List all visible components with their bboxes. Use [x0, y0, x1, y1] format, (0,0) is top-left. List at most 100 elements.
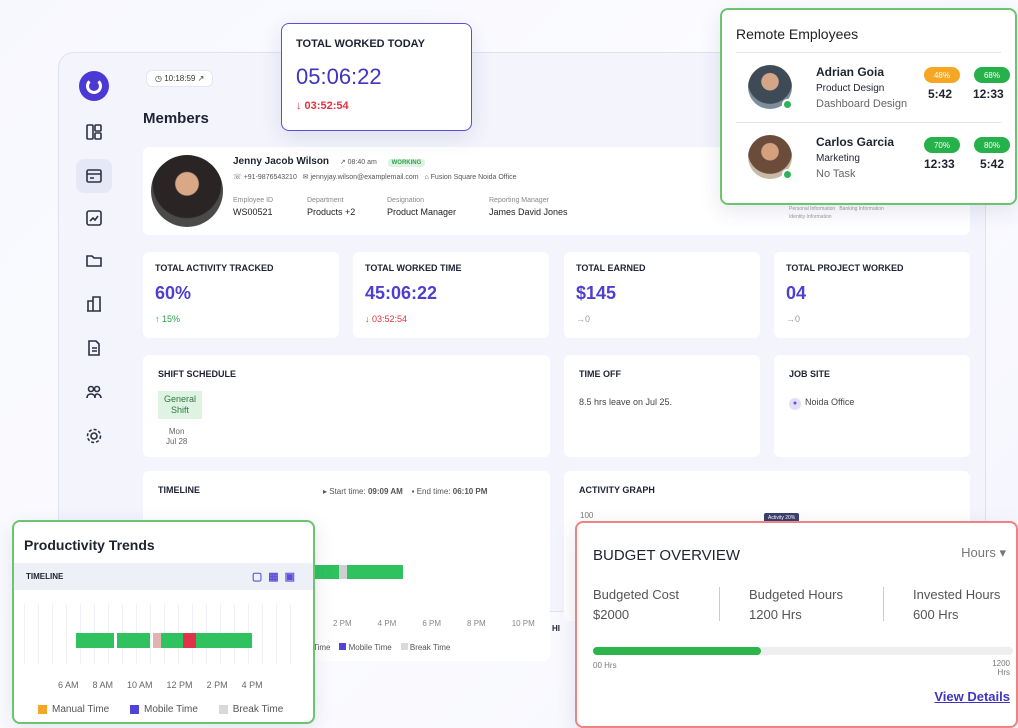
time-value: 12:33	[973, 87, 1004, 101]
col-label: Invested Hours	[913, 587, 1001, 602]
time-value: 5:42	[980, 157, 1005, 171]
tick-label: 4 PM	[377, 619, 397, 628]
card-title: JOB SITE	[789, 369, 831, 379]
page-title: Members	[143, 110, 209, 127]
stat-value: $145	[576, 283, 617, 303]
progress-fill	[593, 647, 761, 655]
col-label: Budgeted Hours	[749, 587, 843, 602]
progress-start: 00 Hrs	[593, 661, 617, 670]
profile-email: jennyjay.wilson@examplemail.com	[310, 174, 419, 181]
productivity-legend: Manual Time Mobile Time Break Time	[38, 704, 301, 717]
legend-mobile: Mobile Time	[348, 643, 392, 652]
employee-role: Product Design	[816, 83, 885, 94]
worked-today-value: 05:06:22	[296, 64, 382, 89]
members-icon[interactable]	[76, 159, 112, 193]
col-value: $2000	[593, 607, 630, 622]
folder-icon[interactable]	[76, 243, 112, 277]
timeline-axis: 2 PM 4 PM 6 PM 8 PM 10 PM	[333, 619, 535, 628]
list-item[interactable]: Adrian Goia Product Design Dashboard Des…	[736, 53, 1010, 123]
budgeted-hours: Budgeted Hours 1200 Hrs	[749, 585, 843, 625]
tick-label: 8 AM	[92, 680, 114, 690]
legend-label: Manual Time	[52, 704, 110, 715]
unit-dropdown[interactable]: Hours ▾	[961, 545, 1006, 561]
productivity-trends-card: Productivity Trends TIMELINE ▢▦▣ 6 AM 8 A…	[12, 520, 315, 724]
bar-gap	[114, 633, 117, 648]
field-value: James David Jones	[489, 207, 568, 217]
activity-badge: 70%	[924, 137, 960, 153]
end-time: 06:10 PM	[452, 487, 488, 496]
card-title: ACTIVITY GRAPH	[579, 485, 655, 495]
employee-name: Carlos Garcia	[816, 135, 895, 149]
tick-label: 12 PM	[166, 680, 193, 690]
stat-title: TOTAL PROJECT WORKED	[786, 263, 904, 273]
shift-chip[interactable]: General Shift	[158, 391, 202, 419]
profile-office: Fusion Square Noida Office	[430, 174, 517, 181]
settings-icon[interactable]	[76, 419, 112, 453]
legend-mobile: Mobile Time	[130, 704, 198, 715]
reports-icon[interactable]	[76, 201, 112, 235]
start-label: Start time:	[329, 487, 366, 496]
profile-name: Jenny Jacob Wilson	[233, 156, 330, 167]
document-icon[interactable]	[76, 331, 112, 365]
designation-field: Designation Product Manager	[387, 197, 456, 217]
tab-personal[interactable]: Personal Information	[789, 206, 835, 212]
stat-value: 45:06:22	[365, 283, 438, 303]
tick-label: 10 PM	[511, 619, 535, 628]
progress-end: 1200 Hrs	[992, 659, 1010, 677]
shift-schedule-card: SHIFT SCHEDULE General Shift Mon Jul 28	[143, 355, 550, 457]
stat-title: TOTAL WORKED TIME	[365, 263, 462, 273]
worked-today-delta: ↓ 03:52:54	[296, 100, 349, 112]
team-icon[interactable]	[76, 375, 112, 409]
productivity-axis: 6 AM 8 AM 10 AM 12 PM 2 PM 4 PM	[58, 680, 263, 690]
field-label: Department	[307, 197, 344, 204]
view-details-link[interactable]: View Details	[934, 689, 1010, 704]
card-title: TOTAL WORKED TODAY	[296, 38, 425, 50]
stat-value: 04	[786, 283, 807, 303]
invested-hours: Invested Hours 600 Hrs	[913, 585, 1000, 625]
tick-label: 8 PM	[467, 619, 486, 628]
online-indicator	[782, 169, 793, 180]
field-label: Designation	[387, 197, 424, 204]
truncated-label: HI	[552, 624, 560, 633]
profile-name-row: Jenny Jacob Wilson ↗ 08:40 am WORKING	[233, 156, 426, 167]
y-axis-label: 100	[580, 511, 594, 520]
col-value: 1200 Hrs	[749, 607, 802, 622]
time-off-card: TIME OFF 8.5 hrs leave on Jul 25.	[564, 355, 760, 457]
legend-break: Break Time	[409, 643, 451, 652]
activity-badge: 80%	[974, 137, 1010, 153]
profile-time: 08:40 am	[347, 159, 377, 166]
department-field: Department Products +2	[307, 197, 355, 217]
stat-value: 60%	[155, 283, 192, 303]
field-value: Product Manager	[387, 207, 457, 217]
dashboard-icon[interactable]	[76, 115, 112, 149]
building-icon[interactable]	[76, 287, 112, 321]
legend-time: Time	[313, 643, 331, 652]
employee-id-field: Employee ID WS00521	[233, 197, 273, 217]
field-value: WS00521	[233, 207, 273, 217]
stat-earned: TOTAL EARNED $145 →0	[564, 252, 760, 338]
productivity-bar	[76, 633, 252, 648]
stat-projects: TOTAL PROJECT WORKED 04 →0	[774, 252, 970, 338]
stat-title: TOTAL ACTIVITY TRACKED	[155, 263, 274, 273]
app-logo[interactable]	[79, 71, 109, 101]
profile-contact: ☏ +91-9876543210 ✉ jennyjay.wilson@examp…	[233, 174, 517, 181]
legend-break: Break Time	[218, 704, 284, 715]
timeline-bar	[313, 565, 403, 579]
stat-worked-time: TOTAL WORKED TIME 45:06:22 ↓ 03:52:54	[353, 252, 549, 338]
chevron-down-icon: ▾	[999, 545, 1006, 560]
tab-identity[interactable]: Identity Information	[789, 214, 832, 220]
legend-label: Break Time	[232, 704, 284, 715]
view-toggle-icons[interactable]: ▢▦▣	[252, 570, 301, 583]
bar-segment	[153, 633, 161, 648]
tick-label: 6 AM	[58, 680, 79, 690]
dropdown-value: Hours	[961, 545, 996, 560]
tick-label: 2 PM	[333, 619, 352, 628]
tab-banking[interactable]: Banking Information	[839, 206, 883, 212]
list-item[interactable]: Carlos Garcia Marketing No Task 70% 80% …	[736, 123, 1010, 193]
avatar	[151, 155, 223, 227]
divider	[883, 587, 884, 621]
legend-swatch	[38, 705, 47, 714]
timeline-break	[339, 565, 347, 579]
job-site-card: JOB SITE ● Noida Office	[774, 355, 970, 457]
tick-label: 10 AM	[127, 680, 153, 690]
